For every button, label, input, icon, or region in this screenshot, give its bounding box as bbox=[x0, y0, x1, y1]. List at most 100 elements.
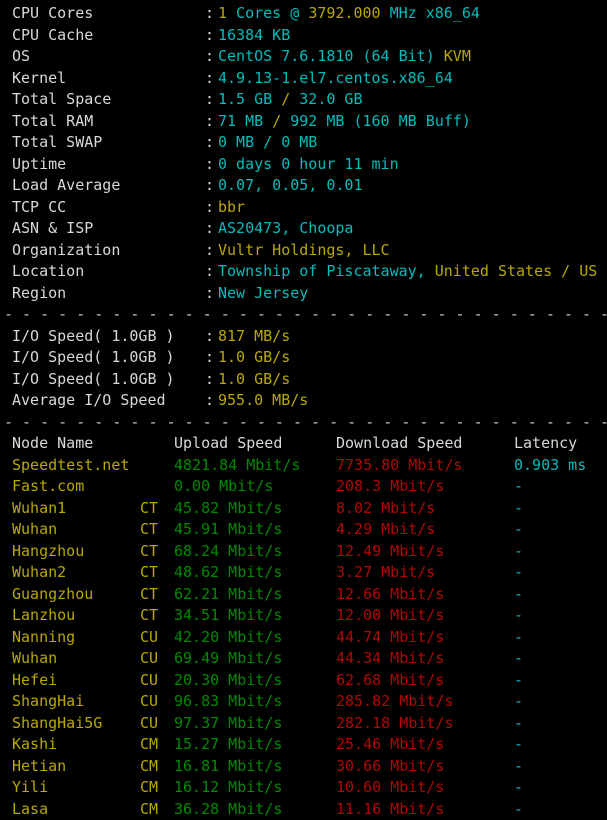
isp-tag-cell: CM bbox=[140, 756, 174, 778]
sysinfo-value: New Jersey bbox=[218, 284, 308, 302]
download-speed-cell: 3.27 Mbit/s bbox=[336, 562, 514, 584]
sysinfo-value-segment: 1 bbox=[218, 4, 227, 22]
separator-line-2: - - - - - - - - - - - - - - - - - - - - … bbox=[0, 412, 607, 434]
sysinfo-row: Uptime:0 days 0 hour 11 min bbox=[12, 154, 607, 176]
io-colon: : bbox=[205, 390, 218, 412]
upload-speed-cell: 16.12 Mbit/s bbox=[174, 777, 336, 799]
node-name-cell: Kashi bbox=[12, 734, 140, 756]
sysinfo-colon: : bbox=[205, 175, 218, 197]
sysinfo-row: Region:New Jersey bbox=[12, 283, 607, 305]
sysinfo-value-segment: New Jersey bbox=[218, 284, 308, 302]
download-speed-cell: 208.3 Mbit/s bbox=[336, 476, 514, 498]
sysinfo-label: Total SWAP bbox=[12, 132, 205, 154]
isp-tag-cell: CT bbox=[140, 562, 174, 584]
latency-cell: - bbox=[514, 584, 523, 606]
sysinfo-row: CPU Cache:16384 KB bbox=[12, 25, 607, 47]
node-name-cell: Hetian bbox=[12, 756, 140, 778]
node-name-cell: Lanzhou bbox=[12, 605, 140, 627]
node-name-cell: Fast.com bbox=[12, 476, 140, 498]
sysinfo-value: 0 MB / 0 MB bbox=[218, 133, 317, 151]
io-label: I/O Speed( 1.0GB ) bbox=[12, 369, 205, 391]
io-label: Average I/O Speed bbox=[12, 390, 205, 412]
isp-tag-cell: CU bbox=[140, 713, 174, 735]
download-speed-cell: 12.00 Mbit/s bbox=[336, 605, 514, 627]
upload-speed-cell: 48.62 Mbit/s bbox=[174, 562, 336, 584]
speedtest-row: WuhanCT45.91 Mbit/s4.29 Mbit/s- bbox=[12, 519, 607, 541]
latency-cell: - bbox=[514, 734, 523, 756]
sysinfo-label: OS bbox=[12, 46, 205, 68]
sysinfo-colon: : bbox=[205, 46, 218, 68]
isp-tag-cell: CM bbox=[140, 799, 174, 820]
sysinfo-value-segment: Cores @ bbox=[227, 4, 308, 22]
isp-tag-cell: CT bbox=[140, 605, 174, 627]
upload-speed-cell: 97.37 Mbit/s bbox=[174, 713, 336, 735]
sysinfo-value: 0.07, 0.05, 0.01 bbox=[218, 176, 363, 194]
latency-cell: - bbox=[514, 498, 523, 520]
sysinfo-row: TCP CC:bbr bbox=[12, 197, 607, 219]
download-speed-cell: 7735.80 Mbit/s bbox=[336, 455, 514, 477]
sysinfo-label: Load Average bbox=[12, 175, 205, 197]
upload-speed-cell: 15.27 Mbit/s bbox=[174, 734, 336, 756]
sysinfo-row: Total RAM:71 MB / 992 MB (160 MB Buff) bbox=[12, 111, 607, 133]
speedtest-table: Node NameUpload SpeedDownload SpeedLaten… bbox=[0, 433, 607, 820]
terminal-window: CPU Cores:1 Cores @ 3792.000 MHz x86_64C… bbox=[0, 0, 607, 724]
upload-speed-cell: 45.82 Mbit/s bbox=[174, 498, 336, 520]
isp-tag-cell: CT bbox=[140, 541, 174, 563]
speedtest-row: NanningCU42.20 Mbit/s44.74 Mbit/s- bbox=[12, 627, 607, 649]
download-speed-cell: 12.49 Mbit/s bbox=[336, 541, 514, 563]
io-speed-block: I/O Speed( 1.0GB ): 817 MB/s I/O Speed( 1.… bbox=[0, 326, 607, 412]
node-name-cell: Hangzhou bbox=[12, 541, 140, 563]
node-name-cell: Hefei bbox=[12, 670, 140, 692]
speedtest-row: HefeiCU20.30 Mbit/s62.68 Mbit/s- bbox=[12, 670, 607, 692]
download-speed-cell: 30.66 Mbit/s bbox=[336, 756, 514, 778]
speedtest-row: GuangzhouCT62.21 Mbit/s12.66 Mbit/s- bbox=[12, 584, 607, 606]
header-download-speed: Download Speed bbox=[336, 433, 514, 455]
sysinfo-value-segment: 16384 KB bbox=[218, 26, 290, 44]
sysinfo-value-segment: 71 MB bbox=[218, 112, 272, 130]
io-value: 1.0 GB/s bbox=[218, 348, 290, 366]
upload-speed-cell: 62.21 Mbit/s bbox=[174, 584, 336, 606]
sysinfo-row: ASN & ISP:AS20473, Choopa bbox=[12, 218, 607, 240]
node-name-cell: Wuhan bbox=[12, 519, 140, 541]
sysinfo-value-segment: 4.9.13-1.el7.centos.x86_64 bbox=[218, 69, 453, 87]
upload-speed-cell: 68.24 Mbit/s bbox=[174, 541, 336, 563]
latency-cell: - bbox=[514, 670, 523, 692]
sysinfo-value: CentOS 7.6.1810 (64 Bit) KVM bbox=[218, 47, 471, 65]
sysinfo-label: Location bbox=[12, 261, 205, 283]
download-speed-cell: 285.82 Mbit/s bbox=[336, 691, 514, 713]
isp-tag-cell: CT bbox=[140, 498, 174, 520]
latency-cell: - bbox=[514, 627, 523, 649]
latency-cell: - bbox=[514, 605, 523, 627]
download-speed-cell: 25.46 Mbit/s bbox=[336, 734, 514, 756]
sysinfo-label: Total Space bbox=[12, 89, 205, 111]
latency-cell: - bbox=[514, 648, 523, 670]
speedtest-header-row: Node NameUpload SpeedDownload SpeedLaten… bbox=[12, 433, 607, 455]
latency-cell: - bbox=[514, 562, 523, 584]
download-speed-cell: 11.16 Mbit/s bbox=[336, 799, 514, 820]
latency-cell: - bbox=[514, 541, 523, 563]
speedtest-row: LasaCM36.28 Mbit/s11.16 Mbit/s- bbox=[12, 799, 607, 820]
io-row: I/O Speed( 1.0GB ):1.0 GB/s bbox=[12, 369, 607, 391]
node-name-cell: ShangHai5G bbox=[12, 713, 140, 735]
sysinfo-colon: : bbox=[205, 25, 218, 47]
speedtest-row: HangzhouCT68.24 Mbit/s12.49 Mbit/s- bbox=[12, 541, 607, 563]
sysinfo-colon: : bbox=[205, 68, 218, 90]
io-label: I/O Speed( 1.0GB ) bbox=[12, 326, 205, 348]
latency-cell: - bbox=[514, 691, 523, 713]
sysinfo-colon: : bbox=[205, 283, 218, 305]
sysinfo-value-segment: KVM bbox=[444, 47, 471, 65]
io-value: 817 MB/s bbox=[218, 327, 290, 345]
sysinfo-label: CPU Cores bbox=[12, 3, 205, 25]
sysinfo-row: Total Space:1.5 GB / 32.0 GB bbox=[12, 89, 607, 111]
io-row: I/O Speed( 1.0GB ):1.0 GB/s bbox=[12, 347, 607, 369]
speedtest-row: Wuhan2CT48.62 Mbit/s3.27 Mbit/s- bbox=[12, 562, 607, 584]
upload-speed-cell: 42.20 Mbit/s bbox=[174, 627, 336, 649]
isp-tag-cell: CU bbox=[140, 670, 174, 692]
sysinfo-value-segment: / bbox=[281, 90, 290, 108]
isp-tag-cell: CT bbox=[140, 519, 174, 541]
sysinfo-label: Uptime bbox=[12, 154, 205, 176]
sysinfo-row: OS:CentOS 7.6.1810 (64 Bit) KVM bbox=[12, 46, 607, 68]
node-name-cell: Lasa bbox=[12, 799, 140, 820]
sysinfo-value-segment: CentOS 7.6.1810 (64 Bit) bbox=[218, 47, 444, 65]
download-speed-cell: 4.29 Mbit/s bbox=[336, 519, 514, 541]
